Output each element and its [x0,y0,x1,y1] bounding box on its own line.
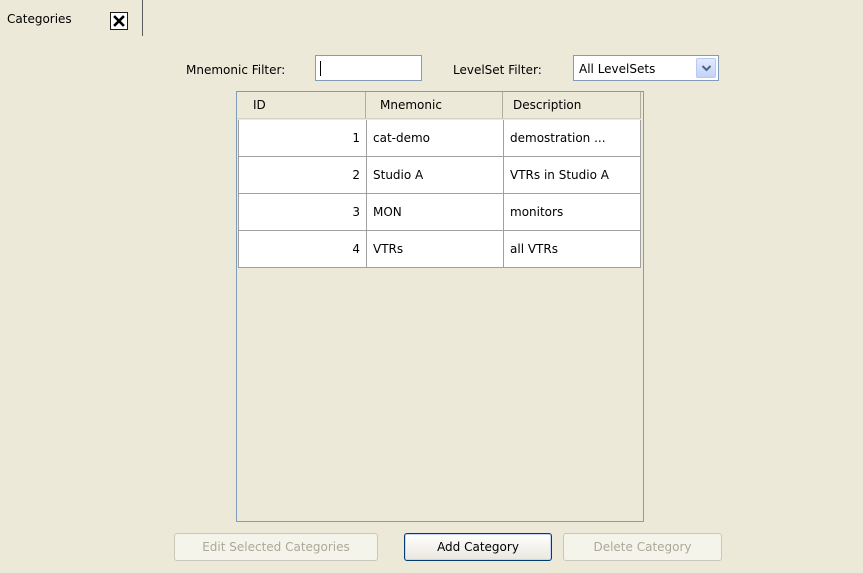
column-header-id[interactable]: ID [237,92,366,119]
cell-mnemonic: Studio A [367,157,504,193]
cell-description: demostration ... [504,120,641,156]
levelset-filter-label: LevelSet Filter: [453,63,542,77]
cell-id: 2 [238,157,367,193]
column-header-description[interactable]: Description [503,92,641,119]
delete-category-button[interactable]: Delete Category [563,533,722,561]
table-row[interactable]: 3 MON monitors [238,194,641,231]
table-header: ID Mnemonic Description [237,92,643,119]
tab-label: Categories [7,12,72,26]
table-row[interactable]: 1 cat-demo demostration ... [238,120,641,157]
categories-table: ID Mnemonic Description 1 cat-demo demos… [236,91,644,522]
table-row[interactable]: 2 Studio A VTRs in Studio A [238,157,641,194]
levelset-filter-value: All LevelSets [579,62,656,76]
mnemonic-filter-label: Mnemonic Filter: [186,63,286,77]
cell-mnemonic: cat-demo [367,120,504,156]
cell-description: monitors [504,194,641,230]
cell-description: all VTRs [504,231,641,267]
levelset-filter-select[interactable]: All LevelSets [573,55,719,81]
add-category-button[interactable]: Add Category [404,533,552,561]
chevron-down-icon[interactable] [696,58,716,78]
text-caret [320,61,321,76]
table-row[interactable]: 4 VTRs all VTRs [238,231,641,268]
edit-selected-categories-button[interactable]: Edit Selected Categories [174,533,378,561]
categories-tab[interactable]: Categories [0,0,143,36]
cell-mnemonic: VTRs [367,231,504,267]
cell-id: 3 [238,194,367,230]
cell-description: VTRs in Studio A [504,157,641,193]
cell-id: 4 [238,231,367,267]
close-icon[interactable] [110,12,128,30]
column-header-mnemonic[interactable]: Mnemonic [366,92,503,119]
mnemonic-filter-input[interactable] [315,55,422,81]
cell-mnemonic: MON [367,194,504,230]
cell-id: 1 [238,120,367,156]
